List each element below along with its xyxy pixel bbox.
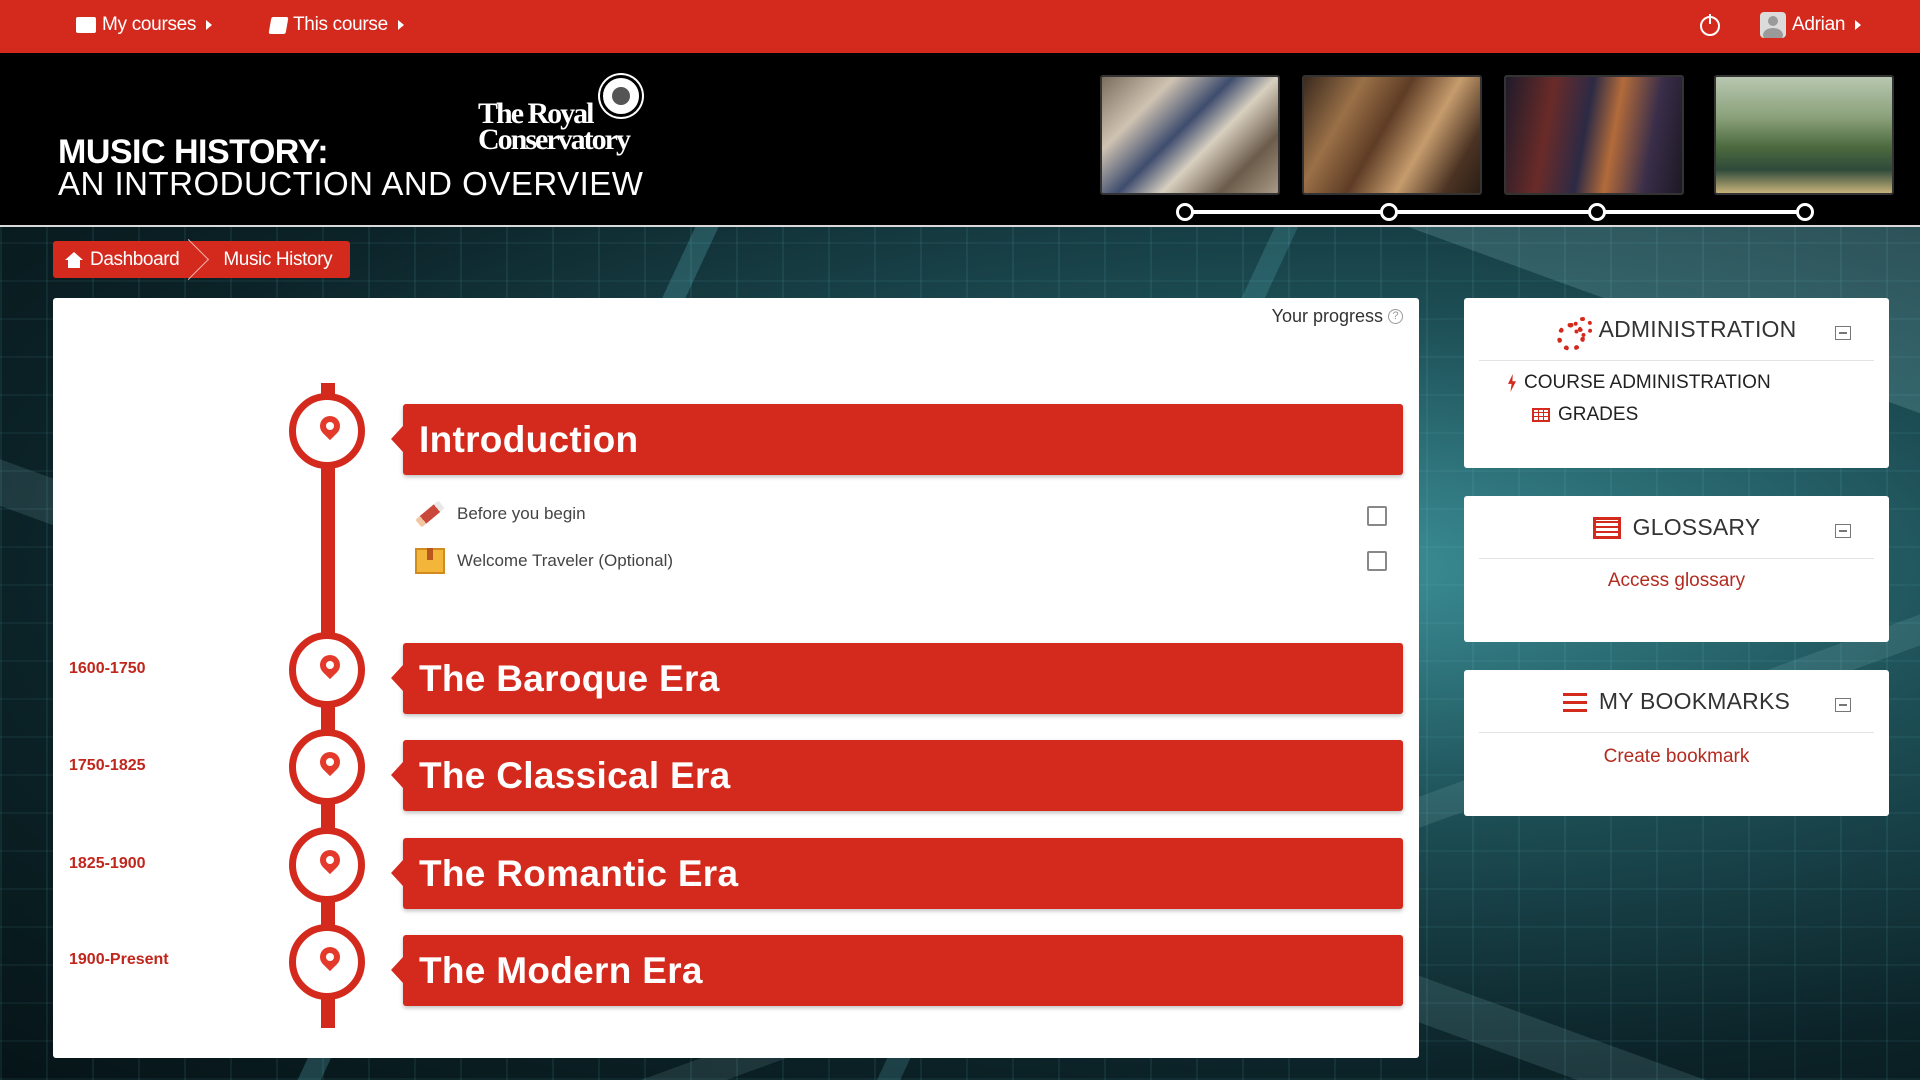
collapse-icon[interactable] <box>1835 698 1851 712</box>
user-name: Adrian <box>1792 14 1846 35</box>
timeline-pin <box>289 632 365 708</box>
create-bookmark-link[interactable]: Create bookmark <box>1464 746 1889 768</box>
completion-checkbox[interactable] <box>1367 506 1387 526</box>
crest-icon <box>600 75 642 117</box>
map-pin-icon <box>315 942 345 972</box>
administration-header: ADMINISTRATION <box>1464 316 1889 351</box>
timeline-pin <box>289 924 365 1000</box>
map-pin-icon <box>315 747 345 777</box>
divider <box>1479 732 1874 733</box>
timeline-dot[interactable] <box>1380 203 1398 221</box>
divider <box>1479 360 1874 361</box>
breadcrumb: Dashboard Music History <box>53 241 351 278</box>
course-content: Your progress ? Introduction Before you … <box>53 298 1419 1058</box>
era-thumbnail-classical[interactable] <box>1302 75 1482 195</box>
this-course-menu[interactable]: This course <box>268 14 404 36</box>
breadcrumb-music-history[interactable]: Music History <box>197 241 350 278</box>
course-header: MUSIC HISTORY: AN INTRODUCTION AND OVERV… <box>0 53 1920 227</box>
grades-link[interactable]: GRADES <box>1532 404 1638 426</box>
era-thumbnail-baroque[interactable] <box>1100 75 1280 195</box>
timeline-dot[interactable] <box>1176 203 1194 221</box>
bolt-icon <box>1508 374 1516 392</box>
era-date: 1825-1900 <box>69 855 146 872</box>
glossary-header: GLOSSARY <box>1464 514 1889 541</box>
era-date: 1900-Present <box>69 951 169 968</box>
help-icon[interactable]: ? <box>1388 309 1403 324</box>
section-baroque[interactable]: The Baroque Era <box>391 643 1403 714</box>
activity-before-you-begin[interactable]: Before you begin <box>415 500 586 528</box>
table-icon <box>1532 408 1550 422</box>
header-timeline <box>1185 210 1807 214</box>
top-navbar: My courses This course Adrian <box>0 0 1920 53</box>
caret-right-icon <box>397 20 404 30</box>
caret-right-icon <box>206 20 213 30</box>
pencil-icon <box>415 500 445 528</box>
era-date: 1600-1750 <box>69 660 146 677</box>
timeline-dot[interactable] <box>1796 203 1814 221</box>
divider <box>1479 558 1874 559</box>
breadcrumb-dashboard[interactable]: Dashboard <box>53 241 197 278</box>
timeline-pin <box>289 729 365 805</box>
era-thumbnail-romantic[interactable] <box>1504 75 1684 195</box>
home-icon <box>65 251 83 268</box>
bookmarks-header: MY BOOKMARKS <box>1464 688 1889 715</box>
map-pin-icon <box>315 411 345 441</box>
map-pin-icon <box>315 845 345 875</box>
completion-checkbox[interactable] <box>1367 551 1387 571</box>
bookmarks-block: MY BOOKMARKS Create bookmark <box>1464 670 1889 816</box>
timeline-pin <box>289 393 365 469</box>
section-modern[interactable]: The Modern Era <box>391 935 1403 1006</box>
this-course-label: This course <box>293 14 388 35</box>
access-glossary-link[interactable]: Access glossary <box>1464 570 1889 592</box>
list-icon <box>1562 691 1587 712</box>
timeline-pin <box>289 827 365 903</box>
section-romantic[interactable]: The Romantic Era <box>391 838 1403 909</box>
timeline-dot[interactable] <box>1588 203 1606 221</box>
course-subtitle: AN INTRODUCTION AND OVERVIEW <box>58 165 644 202</box>
activity-welcome-traveler[interactable]: Welcome Traveler (Optional) <box>415 548 673 574</box>
briefcase-icon <box>76 17 96 33</box>
glossary-icon <box>1592 516 1621 539</box>
era-date: 1750-1825 <box>69 757 146 774</box>
collapse-icon[interactable] <box>1835 326 1851 340</box>
administration-block: ADMINISTRATION COURSE ADMINISTRATION GRA… <box>1464 298 1889 468</box>
power-icon[interactable] <box>1700 14 1720 36</box>
map-pin-icon <box>315 650 345 680</box>
my-courses-menu[interactable]: My courses <box>76 14 213 36</box>
gears-icon <box>1556 316 1593 351</box>
section-classical[interactable]: The Classical Era <box>391 740 1403 811</box>
your-progress: Your progress ? <box>1272 306 1403 327</box>
my-courses-label: My courses <box>102 14 197 35</box>
book-icon <box>268 16 289 34</box>
collapse-icon[interactable] <box>1835 524 1851 538</box>
section-introduction[interactable]: Introduction <box>391 404 1403 475</box>
user-menu[interactable]: Adrian <box>1760 12 1862 38</box>
course-administration-link[interactable]: COURSE ADMINISTRATION <box>1508 372 1771 394</box>
era-thumbnail-modern[interactable] <box>1714 75 1894 195</box>
glossary-block: GLOSSARY Access glossary <box>1464 496 1889 642</box>
avatar <box>1760 12 1786 38</box>
package-icon <box>415 548 445 574</box>
caret-right-icon <box>1855 20 1862 30</box>
